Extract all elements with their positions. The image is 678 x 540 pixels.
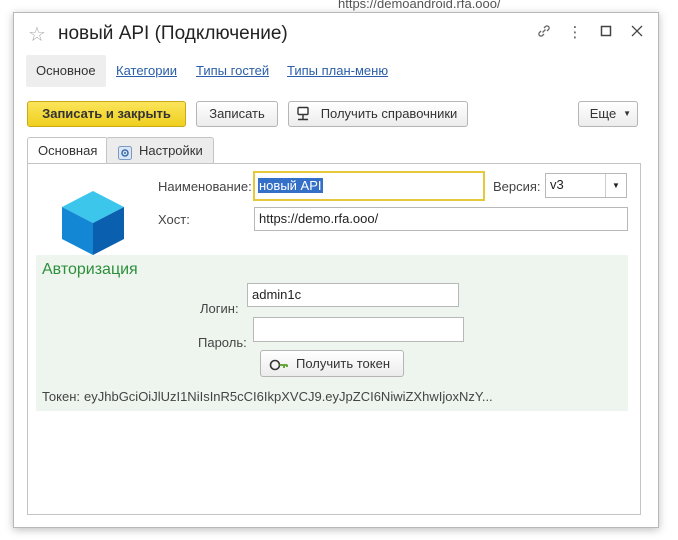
token-value: eyJhbGciOiJlUzI1NiIsInR5cCI6IkpXVCJ9.eyJ… — [84, 389, 493, 404]
star-icon[interactable]: ☆ — [28, 22, 46, 47]
authorization-title: Авторизация — [42, 261, 138, 278]
save-button[interactable]: Записать — [196, 101, 278, 127]
title-bar: ☆ новый API (Подключение) ⋮ — [14, 13, 658, 53]
get-references-label: Получить справочники — [320, 106, 458, 121]
authorization-group: Авторизация Логин: admin1c Пароль: Получ… — [36, 255, 628, 411]
close-icon[interactable] — [627, 23, 647, 43]
key-icon — [269, 356, 289, 381]
version-label: Версия: — [493, 179, 541, 194]
more-actions-button[interactable]: Еще ▼ — [578, 101, 638, 127]
api-cube-icon — [60, 189, 126, 257]
name-label: Наименование: — [158, 179, 252, 194]
maximize-icon[interactable] — [596, 23, 616, 43]
tab-settings-label: Настройки — [139, 143, 203, 158]
chevron-down-icon: ▼ — [623, 109, 631, 118]
get-references-button[interactable]: Получить справочники — [288, 101, 468, 127]
save-and-close-button[interactable]: Записать и закрыть — [27, 101, 186, 127]
login-input[interactable]: admin1c — [247, 283, 459, 307]
window-title: новый API (Подключение) — [58, 23, 288, 44]
login-label: Логин: — [200, 301, 239, 316]
tab-settings[interactable]: Настройки — [106, 137, 214, 163]
password-label: Пароль: — [198, 335, 247, 350]
get-token-label: Получить токен — [295, 356, 391, 371]
host-input[interactable]: https://demo.rfa.ooo/ — [254, 207, 628, 231]
tab-main[interactable]: Основная — [27, 137, 109, 164]
nav-item-categories[interactable]: Категории — [116, 55, 177, 87]
name-input[interactable]: новый API — [253, 171, 485, 201]
network-icon — [295, 106, 311, 130]
link-icon[interactable] — [534, 23, 554, 43]
version-select[interactable]: v3 ▼ — [545, 173, 627, 198]
version-value: v3 — [550, 177, 564, 192]
nav-item-guest-types[interactable]: Типы гостей — [196, 55, 269, 87]
password-input[interactable] — [253, 317, 464, 342]
name-input-value: новый API — [258, 178, 323, 193]
token-label: Токен: — [42, 389, 81, 404]
nav-item-plan-menu-types[interactable]: Типы план-меню — [287, 55, 388, 87]
version-dropdown-icon[interactable]: ▼ — [605, 174, 626, 197]
more-icon[interactable]: ⋮ — [565, 23, 585, 43]
more-actions-label: Еще — [589, 106, 617, 121]
get-token-button[interactable]: Получить токен — [260, 350, 404, 377]
host-label: Хост: — [158, 212, 190, 227]
background-window-url: https://demoandroid.rfa.ooo/ — [338, 0, 501, 11]
dialog-window: ☆ новый API (Подключение) ⋮ Основное Кат… — [13, 12, 659, 528]
nav-item-main[interactable]: Основное — [26, 55, 106, 87]
